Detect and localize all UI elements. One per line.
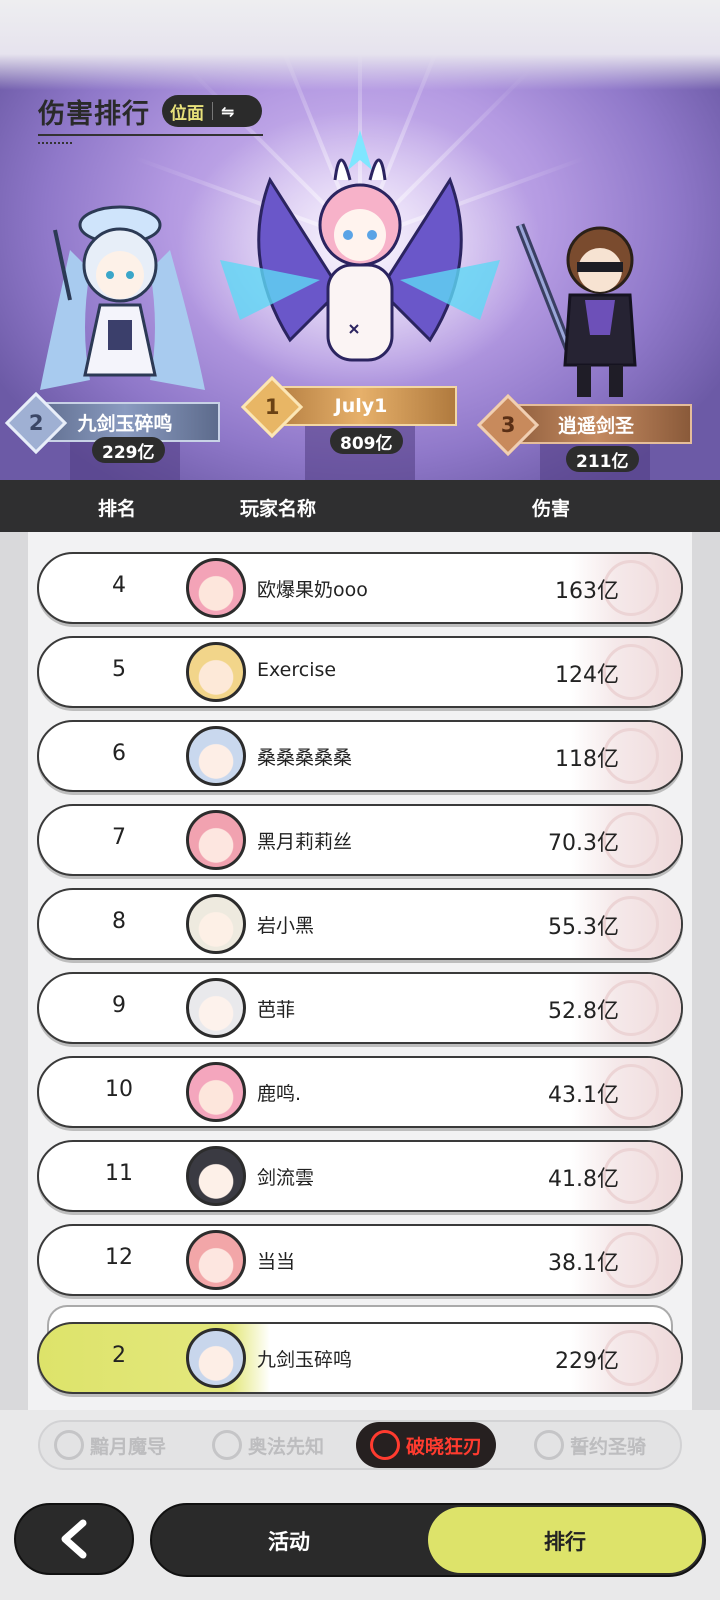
row-damage: 118亿 xyxy=(555,747,619,772)
plane-toggle-button[interactable]: 位面 ⇋ xyxy=(162,95,262,127)
row-player-name: 当当 xyxy=(257,1251,296,1273)
row-player-name: Exercise xyxy=(257,659,337,681)
avatar[interactable] xyxy=(186,1328,246,1388)
rank-1-damage: 809亿 xyxy=(330,428,403,454)
rank-1-character xyxy=(200,120,520,390)
row-damage: 38.1亿 xyxy=(548,1251,619,1276)
row-player-name: 岩小黑 xyxy=(257,915,315,937)
avatar[interactable] xyxy=(186,726,246,786)
column-rank: 排名 xyxy=(98,498,137,520)
plane-toggle-label: 位面 xyxy=(170,103,204,124)
row-damage: 52.8亿 xyxy=(548,999,619,1024)
table-header: 排名 玩家名称 伤害 xyxy=(0,480,720,532)
row-rank: 4 xyxy=(112,573,126,598)
row-damage: 43.1亿 xyxy=(548,1083,619,1108)
tab-faction-arcane-seer[interactable]: 奥法先知 xyxy=(212,1422,324,1468)
row-player-name: 黑月莉莉丝 xyxy=(257,831,353,853)
avatar[interactable] xyxy=(186,642,246,702)
table-row[interactable]: 12 当当 38.1亿 xyxy=(37,1224,683,1296)
rank-1-name: July1 xyxy=(334,395,388,417)
faction-emblem-icon xyxy=(370,1430,400,1460)
rank-2-character xyxy=(30,190,210,400)
row-rank: 8 xyxy=(112,909,126,934)
ranking-hero: 伤害排行 位面 ⇋ 九剑玉碎鸣 2 229亿 July1 1 809亿 逍遥剑圣… xyxy=(0,0,720,480)
faction-emblem-icon xyxy=(534,1430,564,1460)
title-dots xyxy=(38,142,72,144)
table-row[interactable]: 11 剑流雲 41.8亿 xyxy=(37,1140,683,1212)
row-rank: 12 xyxy=(105,1245,133,1270)
row-player-name: 鹿鸣. xyxy=(257,1083,302,1105)
row-rank: 6 xyxy=(112,741,126,766)
row-rank: 9 xyxy=(112,993,126,1018)
rank-3-damage: 211亿 xyxy=(566,446,639,472)
rank-2-damage: 229亿 xyxy=(92,437,165,463)
tab-faction-dawn-blade[interactable]: 破晓狂刃 xyxy=(356,1422,497,1468)
back-button[interactable] xyxy=(14,1503,134,1575)
row-player-name: 剑流雲 xyxy=(257,1167,315,1189)
faction-emblem-icon xyxy=(212,1430,242,1460)
title-underline xyxy=(38,134,263,136)
column-damage: 伤害 xyxy=(532,498,571,520)
table-row[interactable]: 6 桑桑桑桑桑 118亿 xyxy=(37,720,683,792)
rank-3-character xyxy=(505,215,675,405)
table-row[interactable]: 4 欧爆果奶ooo 163亿 xyxy=(37,552,683,624)
avatar[interactable] xyxy=(186,1146,246,1206)
row-rank: 7 xyxy=(112,825,126,850)
tab-faction-oath-paladin[interactable]: 誓约圣骑 xyxy=(534,1422,646,1468)
my-ranking-row[interactable]: 2 九剑玉碎鸣 229亿 xyxy=(37,1322,683,1394)
row-damage: 41.8亿 xyxy=(548,1167,619,1192)
tab-ranking[interactable]: 排行 xyxy=(544,1526,586,1556)
swap-icon: ⇋ xyxy=(221,101,235,121)
row-rank: 11 xyxy=(105,1161,133,1186)
avatar[interactable] xyxy=(186,1230,246,1290)
row-player-name: 九剑玉碎鸣 xyxy=(257,1349,353,1371)
table-row[interactable]: 7 黑月莉莉丝 70.3亿 xyxy=(37,804,683,876)
rank-3-name: 逍遥剑圣 xyxy=(557,414,634,437)
avatar[interactable] xyxy=(186,1062,246,1122)
tab-faction-dark-moon[interactable]: 黯月魔导 xyxy=(54,1422,166,1468)
column-player-name: 玩家名称 xyxy=(240,498,317,520)
row-player-name: 芭菲 xyxy=(257,999,296,1021)
avatar[interactable] xyxy=(186,810,246,870)
page-title-block: 伤害排行 xyxy=(38,92,263,144)
row-damage: 70.3亿 xyxy=(548,831,619,856)
row-damage: 55.3亿 xyxy=(548,915,619,940)
row-rank: 5 xyxy=(112,657,126,682)
avatar[interactable] xyxy=(186,894,246,954)
table-row[interactable]: 5 Exercise 124亿 xyxy=(37,636,683,708)
row-rank: 2 xyxy=(112,1343,126,1368)
row-player-name: 欧爆果奶ooo xyxy=(257,579,368,601)
row-player-name: 桑桑桑桑桑 xyxy=(257,747,353,769)
avatar[interactable] xyxy=(186,978,246,1038)
row-damage: 124亿 xyxy=(555,663,619,688)
table-row[interactable]: 10 鹿鸣. 43.1亿 xyxy=(37,1056,683,1128)
row-damage: 229亿 xyxy=(555,1349,619,1374)
avatar[interactable] xyxy=(186,558,246,618)
table-row[interactable]: 8 岩小黑 55.3亿 xyxy=(37,888,683,960)
chevron-left-icon xyxy=(61,1519,87,1559)
row-rank: 10 xyxy=(105,1077,133,1102)
rank-2-name: 九剑玉碎鸣 xyxy=(77,412,173,435)
page-title: 伤害排行 xyxy=(38,99,150,130)
faction-emblem-icon xyxy=(54,1430,84,1460)
table-row[interactable]: 9 芭菲 52.8亿 xyxy=(37,972,683,1044)
tab-activity[interactable]: 活动 xyxy=(268,1526,310,1556)
row-damage: 163亿 xyxy=(555,579,619,604)
